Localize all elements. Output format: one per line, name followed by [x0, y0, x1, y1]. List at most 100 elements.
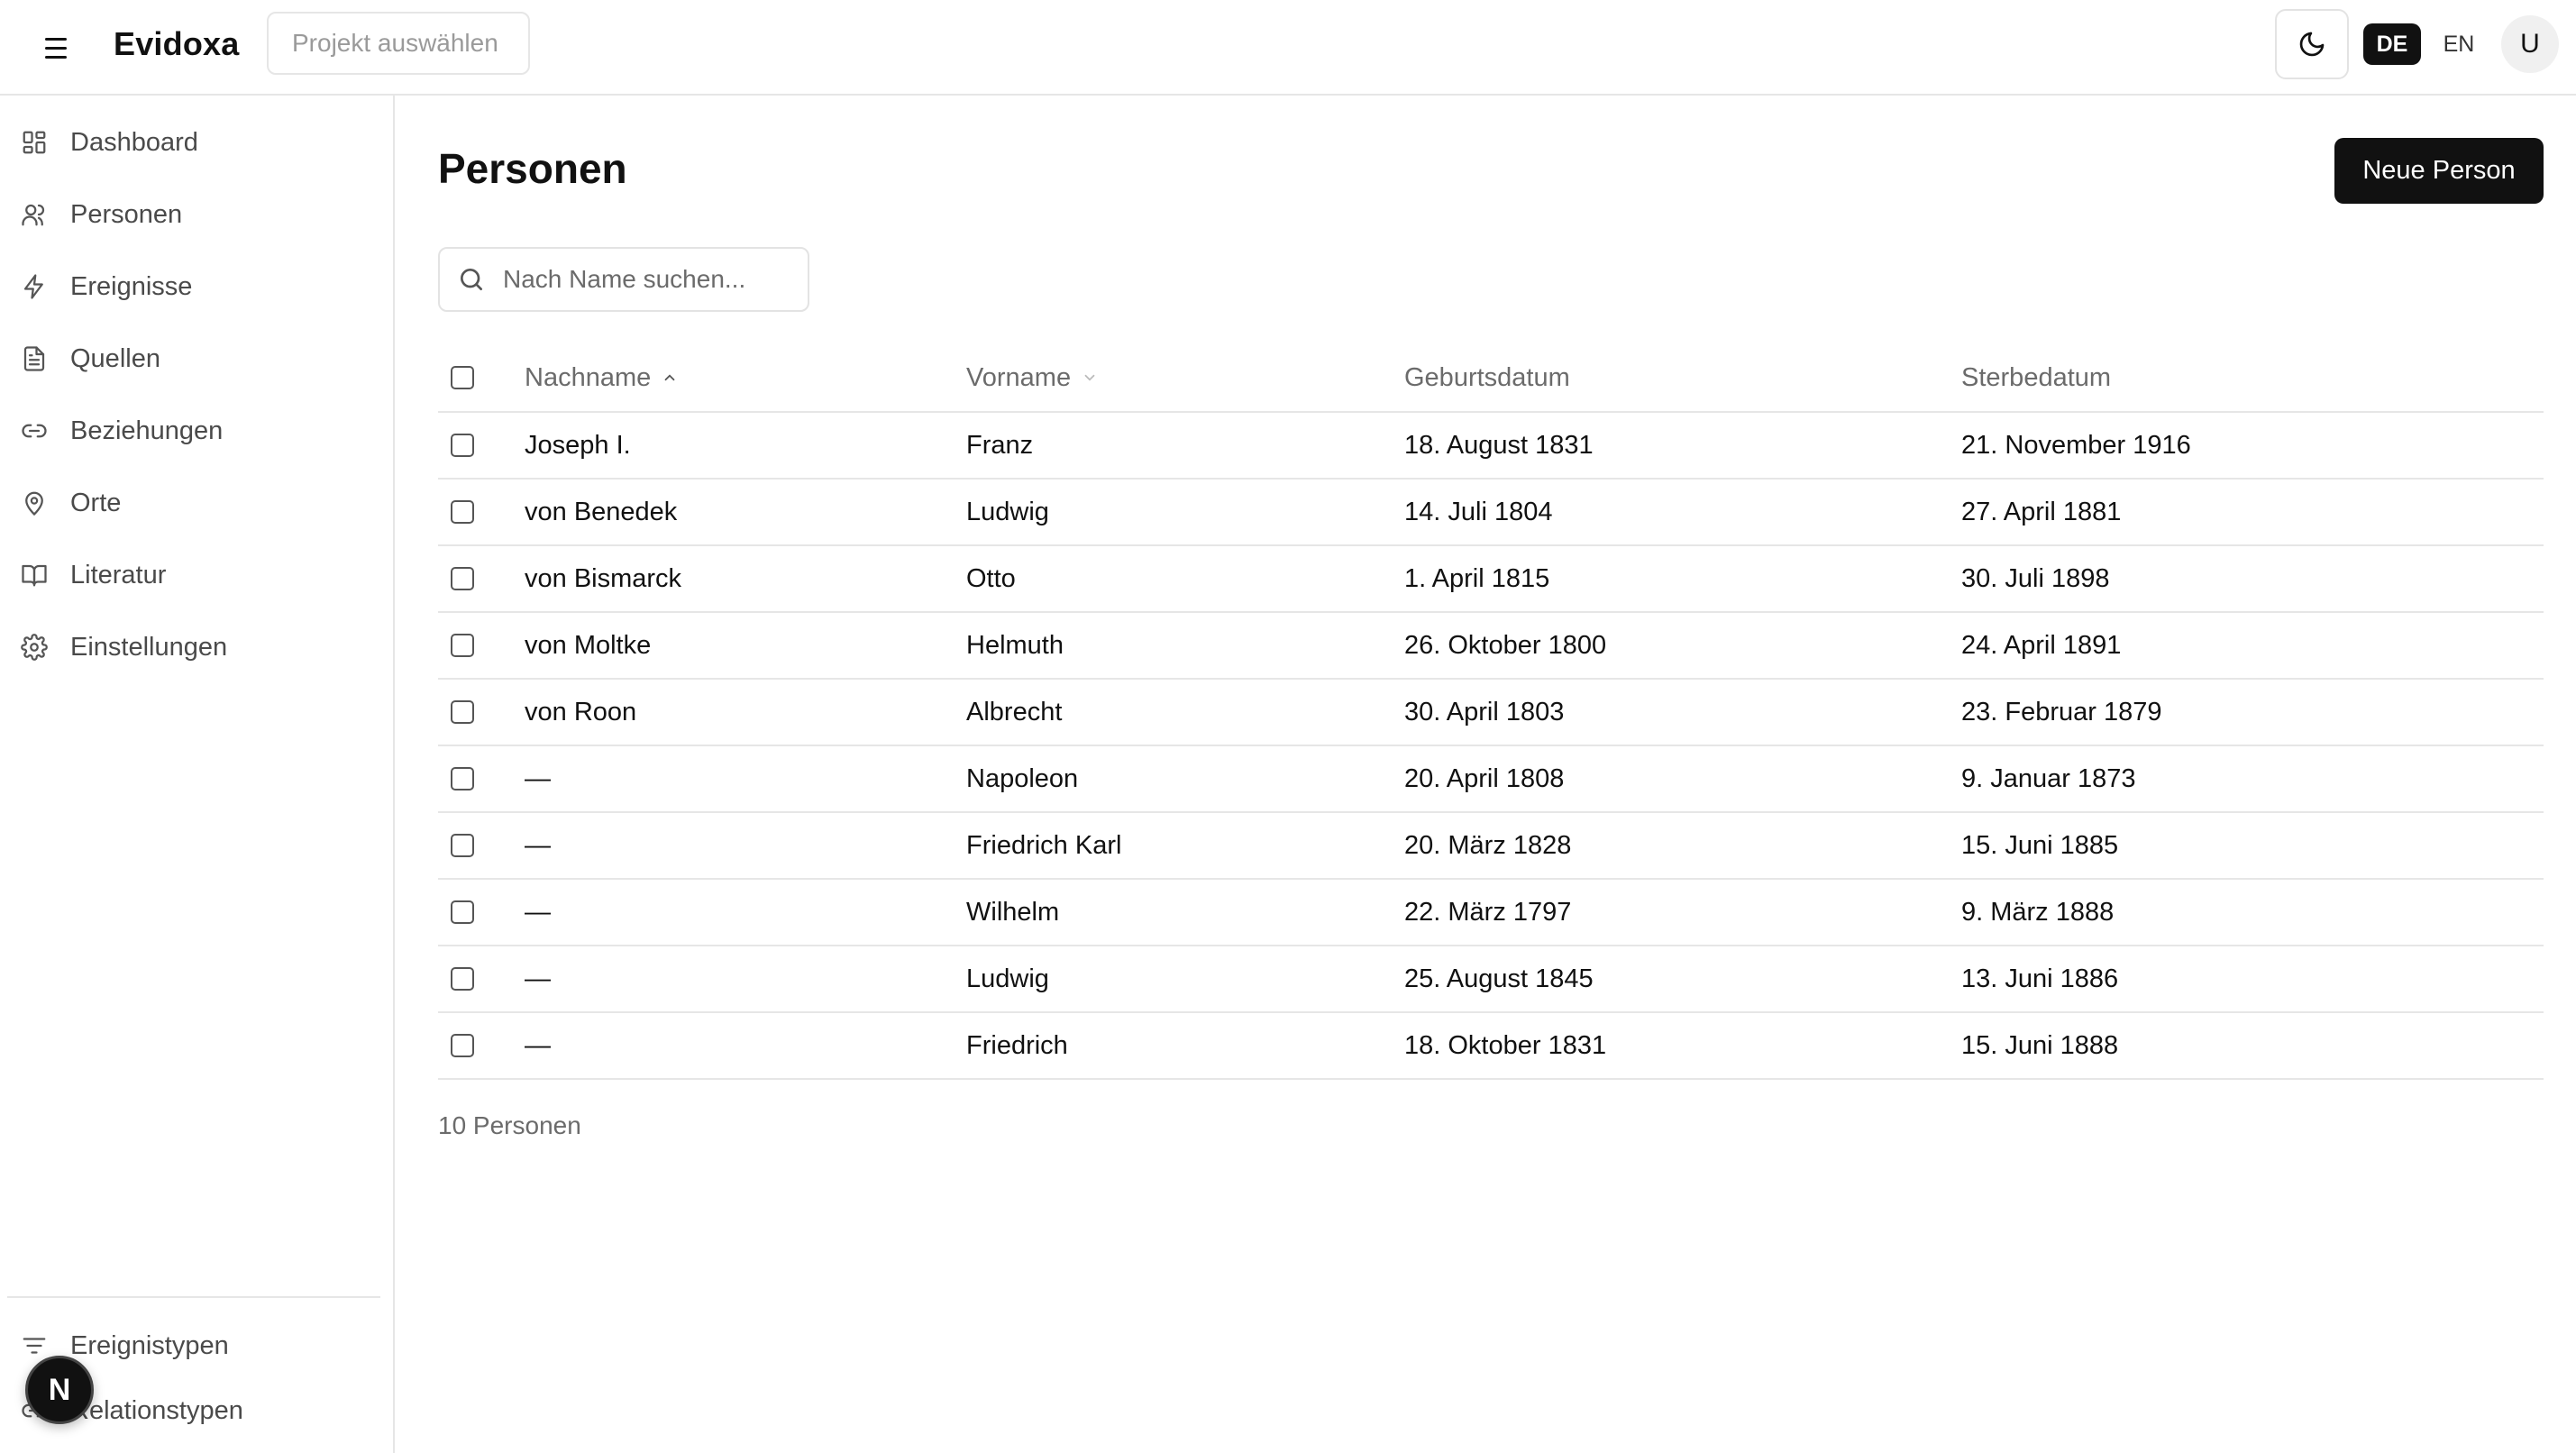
sidebar-item-label: Einstellungen: [70, 632, 228, 662]
cell-geburtsdatum: 25. August 1845: [1404, 964, 1594, 993]
top-header: Evidoxa Projekt auswählen DE EN U: [0, 0, 2576, 96]
cell-vorname: Helmuth: [966, 630, 1064, 660]
row-count: 10 Personen: [438, 1111, 581, 1139]
sidebar-item-einstellungen[interactable]: Einstellungen: [0, 616, 393, 679]
dashboard-icon: [20, 128, 49, 157]
cell-geburtsdatum: 14. Juli 1804: [1404, 497, 1553, 526]
cell-geburtsdatum: 22. März 1797: [1404, 897, 1572, 927]
gear-icon: [20, 633, 49, 662]
link-icon: [20, 416, 49, 445]
search-icon: [456, 264, 487, 295]
sidebar-item-label: Ereignisse: [70, 271, 193, 301]
column-header-geburtsdatum[interactable]: Geburtsdatum: [1404, 344, 1570, 411]
row-checkbox[interactable]: [451, 1034, 474, 1057]
table-row[interactable]: von Roon Albrecht 30. April 1803 23. Februa…: [438, 680, 2544, 746]
cell-sterbedatum: 15. Juni 1888: [1961, 1030, 2119, 1060]
cell-vorname: Napoleon: [966, 763, 1079, 793]
cell-vorname: Wilhelm: [966, 897, 1060, 927]
table-row[interactable]: — Napoleon 20. April 1808 9. Januar 1873: [438, 746, 2544, 813]
cell-sterbedatum: 9. Januar 1873: [1961, 763, 2136, 793]
document-icon: [20, 344, 49, 373]
cell-nachname: von Roon: [525, 697, 637, 726]
cell-sterbedatum: 21. November 1916: [1961, 430, 2191, 460]
column-header-sterbedatum[interactable]: Sterbedatum: [1961, 344, 2111, 411]
table-row[interactable]: — Wilhelm 22. März 1797 9. März 1888: [438, 880, 2544, 946]
column-header-nachname[interactable]: Nachname: [525, 344, 678, 411]
row-checkbox[interactable]: [451, 900, 474, 924]
search-input[interactable]: [503, 265, 800, 294]
cell-geburtsdatum: 1. April 1815: [1404, 563, 1550, 593]
sidebar-item-label: Beziehungen: [70, 416, 224, 445]
row-checkbox[interactable]: [451, 967, 474, 991]
column-header-vorname[interactable]: Vorname: [966, 344, 1098, 411]
cell-geburtsdatum: 18. August 1831: [1404, 430, 1594, 460]
sidebar-item-label: Personen: [70, 199, 183, 229]
sidebar-item-dashboard[interactable]: Dashboard: [0, 111, 393, 174]
cell-nachname: von Benedek: [525, 497, 678, 526]
table-row[interactable]: von Bismarck Otto 1. April 1815 30. Juli 18…: [438, 546, 2544, 613]
sidebar-item-orte[interactable]: Orte: [0, 471, 393, 535]
table-row[interactable]: von Benedek Ludwig 14. Juli 1804 27. April …: [438, 480, 2544, 546]
dev-tools-badge[interactable]: N: [25, 1356, 94, 1424]
sidebar-item-ereignisse[interactable]: Ereignisse: [0, 255, 393, 318]
row-checkbox[interactable]: [451, 434, 474, 457]
cell-nachname: von Moltke: [525, 630, 652, 660]
table-row[interactable]: — Friedrich Karl 20. März 1828 15. Juni 188…: [438, 813, 2544, 880]
table-row[interactable]: von Moltke Helmuth 26. Oktober 1800 24. Apr…: [438, 613, 2544, 680]
sidebar-item-literatur[interactable]: Literatur: [0, 544, 393, 607]
hamburger-menu-icon[interactable]: [36, 30, 76, 66]
filter-icon: [20, 1331, 49, 1360]
table-row[interactable]: — Friedrich 18. Oktober 1831 15. Juni 1888: [438, 1013, 2544, 1080]
theme-toggle-button[interactable]: [2275, 9, 2349, 79]
cell-nachname: Joseph I.: [525, 430, 631, 460]
cell-vorname: Friedrich: [966, 1030, 1068, 1060]
cell-nachname: von Bismarck: [525, 563, 682, 593]
sidebar-item-quellen[interactable]: Quellen: [0, 327, 393, 390]
sidebar-item-label: Dashboard: [70, 127, 198, 157]
lang-de-button[interactable]: DE: [2363, 23, 2421, 65]
user-avatar[interactable]: U: [2501, 15, 2559, 73]
cell-sterbedatum: 9. März 1888: [1961, 897, 2115, 927]
cell-nachname: —: [525, 763, 551, 793]
brand-logo[interactable]: Evidoxa: [114, 25, 239, 63]
cell-vorname: Ludwig: [966, 964, 1049, 993]
sidebar-item-label: Literatur: [70, 560, 167, 589]
row-checkbox[interactable]: [451, 700, 474, 724]
cell-nachname: —: [525, 897, 551, 927]
new-person-button[interactable]: Neue Person: [2334, 138, 2544, 204]
table-row[interactable]: — Ludwig 25. August 1845 13. Juni 1886: [438, 946, 2544, 1013]
cell-nachname: —: [525, 964, 551, 993]
sidebar-divider: [7, 1296, 380, 1298]
users-icon: [20, 200, 49, 229]
cell-nachname: —: [525, 830, 551, 860]
select-all-checkbox[interactable]: [451, 366, 474, 389]
row-checkbox[interactable]: [451, 834, 474, 857]
cell-geburtsdatum: 18. Oktober 1831: [1404, 1030, 1607, 1060]
sidebar: Dashboard Personen Ereignisse Quellen Be…: [0, 96, 395, 1453]
row-checkbox[interactable]: [451, 767, 474, 790]
cell-sterbedatum: 13. Juni 1886: [1961, 964, 2119, 993]
cell-geburtsdatum: 20. März 1828: [1404, 830, 1572, 860]
sidebar-item-label: Ereignistypen: [70, 1330, 229, 1360]
row-checkbox[interactable]: [451, 634, 474, 657]
cell-sterbedatum: 27. April 1881: [1961, 497, 2122, 526]
row-checkbox[interactable]: [451, 567, 474, 590]
cell-sterbedatum: 30. Juli 1898: [1961, 563, 2110, 593]
cell-sterbedatum: 15. Juni 1885: [1961, 830, 2119, 860]
cell-vorname: Franz: [966, 430, 1034, 460]
page-title: Personen: [438, 145, 627, 192]
chevron-down-icon: [1082, 370, 1098, 386]
project-select[interactable]: Projekt auswählen: [267, 12, 530, 75]
table-row[interactable]: Joseph I. Franz 18. August 1831 21. Novembe…: [438, 413, 2544, 480]
sidebar-item-label: Quellen: [70, 343, 160, 373]
row-checkbox[interactable]: [451, 500, 474, 524]
chevron-up-icon: [662, 370, 678, 386]
book-icon: [20, 561, 49, 589]
map-pin-icon: [20, 489, 49, 517]
cell-vorname: Ludwig: [966, 497, 1049, 526]
sidebar-item-beziehungen[interactable]: Beziehungen: [0, 399, 393, 462]
sidebar-item-label: Relationstypen: [70, 1395, 243, 1425]
lang-en-button[interactable]: EN: [2430, 23, 2488, 65]
sidebar-item-personen[interactable]: Personen: [0, 183, 393, 246]
persons-table: Nachname Vorname Geburtsdatum Sterbedatu…: [438, 344, 2544, 1080]
